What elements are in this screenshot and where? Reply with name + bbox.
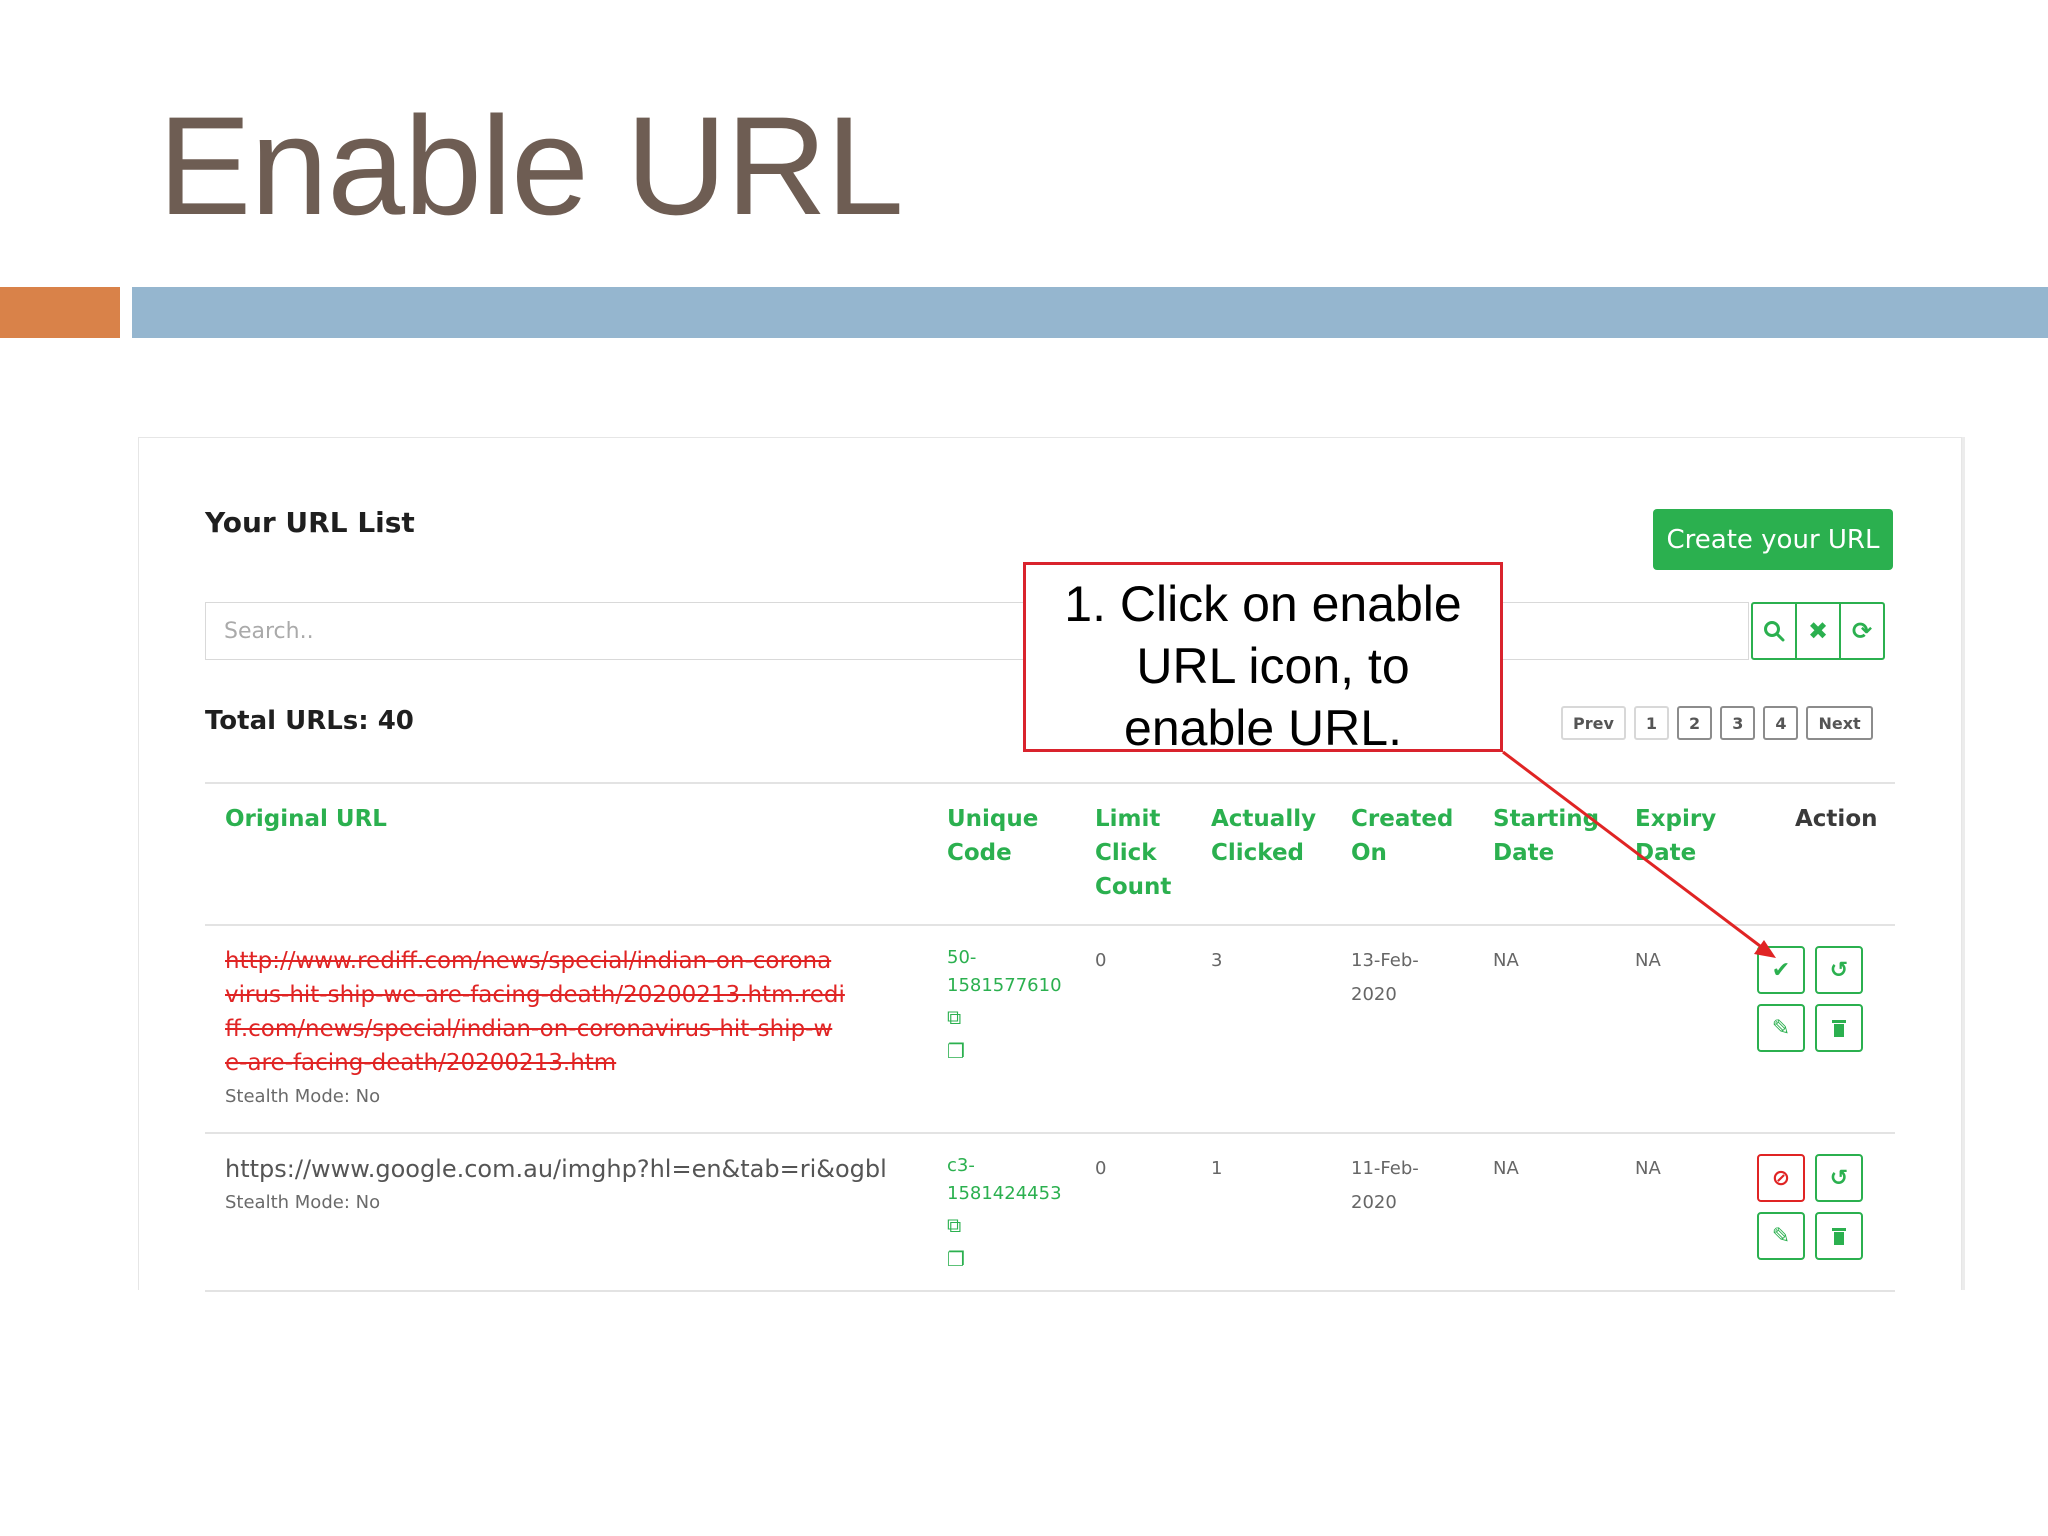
col-actually-clicked: Actually Clicked — [1211, 802, 1316, 870]
col-limit-click-count: Limit Click Count — [1095, 802, 1171, 904]
next-page-button[interactable]: Next — [1806, 706, 1873, 740]
pagination: Prev 1 2 3 4 Next — [1561, 706, 1873, 740]
expiry-cell: NA — [1635, 1158, 1661, 1179]
limit-cell: 0 — [1095, 1158, 1107, 1179]
instruction-callout: 1. Click on enable URL icon, to enable U… — [1023, 562, 1503, 756]
refresh-icon: ⟳ — [1851, 617, 1873, 645]
limit-cell: 0 — [1095, 950, 1107, 971]
refresh-button[interactable]: ⟳ — [1839, 602, 1885, 660]
unique-code: c3- — [947, 1155, 975, 1176]
col-expiry-date: Expiry Date — [1635, 802, 1716, 870]
col-label: Unique — [947, 806, 1039, 832]
check-icon: ✔ — [1771, 957, 1791, 983]
created-year: 2020 — [1351, 1192, 1397, 1213]
copy-icon[interactable]: ❐ — [947, 1242, 1062, 1276]
callout-line: enable URL. — [1124, 700, 1402, 756]
edit-button[interactable]: ✎ — [1757, 1212, 1805, 1260]
history-icon: ↺ — [1829, 1165, 1849, 1191]
created-date: 11-Feb- — [1351, 1158, 1419, 1179]
col-starting-date: Starting Date — [1493, 802, 1599, 870]
accent-bar-orange — [0, 287, 120, 338]
delete-button[interactable] — [1815, 1212, 1863, 1260]
clicked-cell: 3 — [1211, 950, 1223, 971]
trash-icon — [1832, 1228, 1846, 1245]
total-urls: Total URLs: 40 — [205, 706, 414, 736]
disable-url-button[interactable]: ⊘ — [1757, 1154, 1805, 1202]
external-link-icon[interactable]: ⧉ — [947, 1208, 1062, 1242]
close-icon: ✖ — [1807, 617, 1829, 645]
page-3-button[interactable]: 3 — [1720, 706, 1756, 740]
reset-button[interactable]: ↺ — [1815, 1154, 1863, 1202]
page-4-button[interactable]: 4 — [1763, 706, 1799, 740]
enable-url-button[interactable]: ✔ — [1757, 946, 1805, 994]
slide-title: Enable URL — [158, 87, 904, 244]
start-cell: NA — [1493, 1158, 1519, 1179]
unique-code: 1581424453 — [947, 1183, 1062, 1204]
col-label: Date — [1635, 840, 1697, 866]
search-button[interactable] — [1751, 602, 1797, 660]
table-row: http://www.rediff.com/news/special/india… — [205, 926, 1895, 1134]
accent-bar-blue — [132, 287, 2048, 338]
unique-code-cell: c3- 1581424453 ⧉ ❐ — [947, 1152, 1062, 1276]
stealth-mode: Stealth Mode: No — [225, 1192, 381, 1213]
search-input[interactable] — [205, 602, 1749, 660]
unique-code-cell: 50- 1581577610 ⧉ ❐ — [947, 944, 1062, 1068]
created-cell: 11-Feb- 2020 — [1351, 1152, 1419, 1220]
start-cell: NA — [1493, 950, 1519, 971]
callout-line: URL icon, to — [1136, 638, 1410, 694]
col-label: Limit — [1095, 806, 1161, 832]
created-year: 2020 — [1351, 984, 1397, 1005]
col-label: Count — [1095, 874, 1172, 900]
delete-button[interactable] — [1815, 1004, 1863, 1052]
col-label: Created — [1351, 806, 1454, 832]
col-label: On — [1351, 840, 1387, 866]
page-1-button[interactable]: 1 — [1633, 706, 1670, 740]
col-label: Date — [1493, 840, 1555, 866]
edit-button[interactable]: ✎ — [1757, 1004, 1805, 1052]
stealth-mode: Stealth Mode: No — [225, 1086, 381, 1107]
col-label: Code — [947, 840, 1012, 866]
created-date: 13-Feb- — [1351, 950, 1419, 971]
table-header: Original URL Unique Code Limit Click Cou… — [205, 784, 1895, 926]
url-table: Original URL Unique Code Limit Click Cou… — [205, 782, 1895, 1292]
history-icon: ↺ — [1829, 957, 1849, 983]
expiry-cell: NA — [1635, 950, 1661, 971]
page-2-button[interactable]: 2 — [1677, 706, 1713, 740]
reset-button[interactable]: ↺ — [1815, 946, 1863, 994]
clear-search-button[interactable]: ✖ — [1795, 602, 1841, 660]
ban-icon: ⊘ — [1771, 1165, 1791, 1191]
panel-title: Your URL List — [205, 506, 415, 539]
unique-code: 1581577610 — [947, 975, 1062, 996]
callout-line: 1. Click on enable — [1064, 576, 1462, 632]
col-label: Clicked — [1211, 840, 1305, 866]
col-label: Starting — [1493, 806, 1600, 832]
copy-icon[interactable]: ❐ — [947, 1034, 1062, 1068]
unique-code: 50- — [947, 947, 977, 968]
col-label: Actually — [1211, 806, 1317, 832]
col-label: Expiry — [1635, 806, 1717, 832]
original-url-cell: http://www.rediff.com/news/special/india… — [225, 944, 845, 1114]
table-row: https://www.google.com.au/imghp?hl=en&ta… — [205, 1134, 1895, 1292]
col-created-on: Created On — [1351, 802, 1453, 870]
url-link-disabled[interactable]: http://www.rediff.com/news/special/india… — [225, 944, 845, 1080]
created-cell: 13-Feb- 2020 — [1351, 944, 1419, 1012]
row-actions: ✔ ↺ ✎ — [1757, 946, 1863, 1052]
create-url-button[interactable]: Create your URL — [1653, 509, 1893, 570]
search-actions: ✖ ⟳ — [1751, 602, 1885, 660]
original-url-cell: https://www.google.com.au/imghp?hl=en&ta… — [225, 1152, 887, 1220]
search-icon — [1764, 621, 1785, 642]
col-action: Action — [1795, 806, 1878, 832]
pencil-icon: ✎ — [1771, 1015, 1791, 1041]
trash-icon — [1832, 1020, 1846, 1037]
row-actions: ⊘ ↺ ✎ — [1757, 1154, 1863, 1260]
col-label: Click — [1095, 840, 1157, 866]
external-link-icon[interactable]: ⧉ — [947, 1000, 1062, 1034]
col-original-url: Original URL — [225, 806, 387, 832]
url-link[interactable]: https://www.google.com.au/imghp?hl=en&ta… — [225, 1152, 887, 1186]
col-unique-code: Unique Code — [947, 802, 1038, 870]
prev-page-button[interactable]: Prev — [1561, 706, 1626, 740]
clicked-cell: 1 — [1211, 1158, 1223, 1179]
pencil-icon: ✎ — [1771, 1223, 1791, 1249]
